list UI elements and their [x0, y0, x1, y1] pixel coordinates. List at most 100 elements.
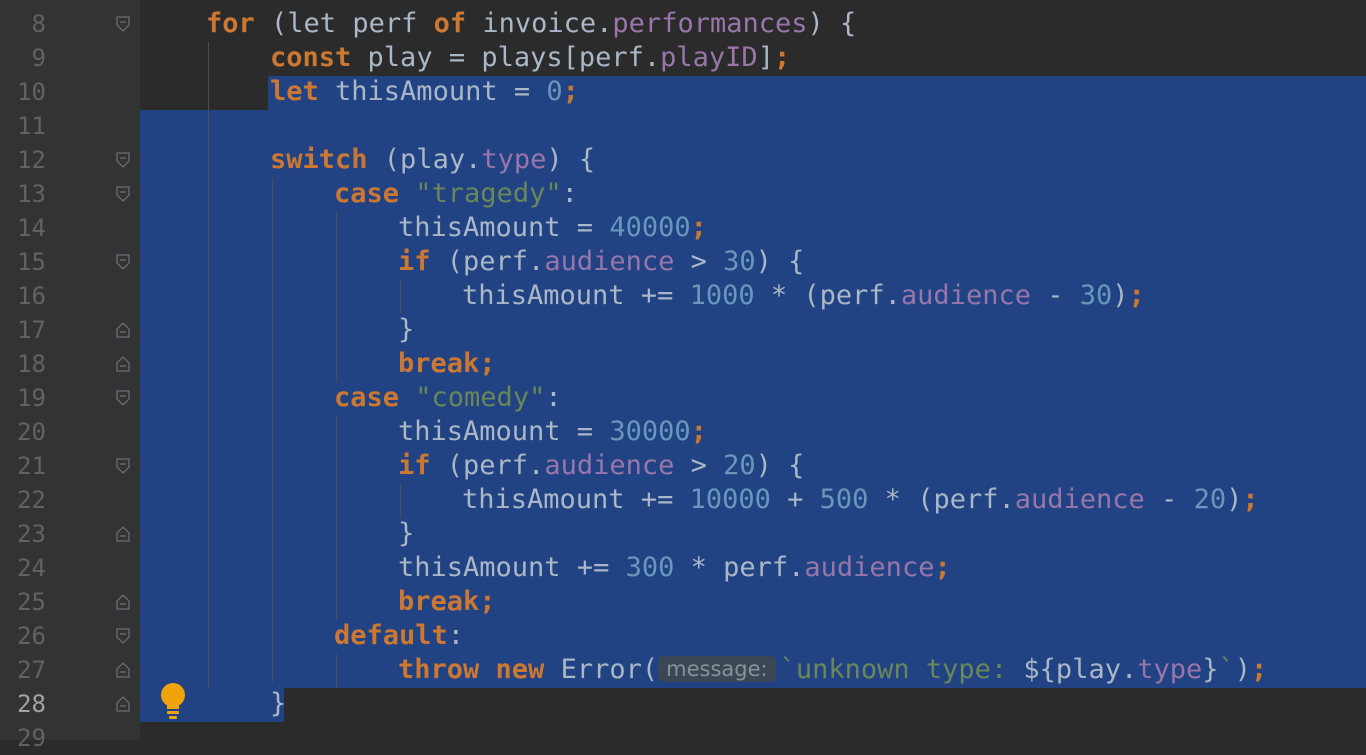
- code-text[interactable]: break;: [398, 585, 496, 619]
- code-token: const: [270, 42, 368, 73]
- fold-close-icon[interactable]: [116, 356, 130, 372]
- code-token: thisAmount =: [398, 416, 610, 447]
- code-token: 20: [1193, 484, 1227, 515]
- code-token: 10000: [689, 484, 771, 515]
- code-line-26[interactable]: 26 default:: [0, 619, 1366, 653]
- line-number: 20: [17, 418, 46, 446]
- code-token: Error(: [560, 654, 659, 685]
- code-line-20[interactable]: 20 thisAmount = 30000;: [0, 415, 1366, 449]
- code-line-10[interactable]: 10 let thisAmount = 0;: [0, 75, 1366, 109]
- code-token: audience: [544, 450, 675, 481]
- code-token: ${play.: [1023, 654, 1138, 685]
- code-token: ;: [562, 76, 579, 107]
- fold-close-icon[interactable]: [116, 322, 130, 338]
- code-text[interactable]: let thisAmount = 0;: [270, 75, 579, 109]
- line-number: 24: [17, 554, 46, 582]
- code-token: :: [545, 382, 562, 413]
- lightbulb-icon[interactable]: [158, 682, 188, 720]
- line-number: 22: [17, 486, 46, 514]
- code-text[interactable]: case "comedy":: [334, 381, 562, 415]
- code-token: 30000: [609, 416, 691, 447]
- fold-open-icon[interactable]: [116, 152, 130, 168]
- code-line-23[interactable]: 23}: [0, 517, 1366, 551]
- code-token: thisAmount +=: [398, 552, 626, 583]
- code-line-19[interactable]: 19 case "comedy":: [0, 381, 1366, 415]
- line-number: 27: [17, 656, 46, 684]
- code-token: thisAmount =: [398, 212, 610, 243]
- line-number: 26: [17, 622, 46, 650]
- fold-open-icon[interactable]: [116, 186, 130, 202]
- code-text[interactable]: if (perf.audience > 30) {: [398, 245, 804, 279]
- code-text[interactable]: thisAmount += 1000 * (perf.audience - 30…: [462, 279, 1145, 313]
- code-line-12[interactable]: 12 switch (play.type) {: [0, 143, 1366, 177]
- code-token: type: [481, 144, 547, 175]
- code-text[interactable]: }: [270, 687, 286, 721]
- code-token: * (perf.: [868, 484, 1015, 515]
- code-token: `: [1218, 654, 1235, 685]
- code-token: -: [1144, 484, 1194, 515]
- code-line-27[interactable]: 27 throw new Error(message: `unknown type:…: [0, 653, 1366, 687]
- code-text[interactable]: default:: [334, 619, 464, 653]
- code-token: ;: [1128, 280, 1145, 311]
- code-token: ) {: [755, 246, 805, 277]
- line-number: 15: [17, 248, 46, 276]
- code-text[interactable]: break;: [398, 347, 496, 381]
- code-line-11[interactable]: 11: [0, 109, 1366, 143]
- code-text[interactable]: throw new Error(message: `unknown type: $…: [398, 653, 1267, 687]
- code-token: if: [398, 246, 447, 277]
- code-text[interactable]: thisAmount = 30000;: [398, 415, 707, 449]
- code-token: +: [770, 484, 820, 515]
- code-token: 20: [723, 450, 756, 481]
- code-text[interactable]: const play = plays[perf.playID];: [270, 41, 790, 75]
- fold-close-icon[interactable]: [116, 696, 130, 712]
- code-line-13[interactable]: 13 case "tragedy":: [0, 177, 1366, 211]
- code-line-21[interactable]: 21 if (perf.audience > 20) {: [0, 449, 1366, 483]
- code-token: >: [674, 246, 724, 277]
- fold-open-icon[interactable]: [116, 458, 130, 474]
- code-text[interactable]: case "tragedy":: [334, 177, 578, 211]
- code-line-29[interactable]: 29: [0, 721, 1366, 755]
- line-number: 9: [31, 44, 46, 72]
- code-token: perf: [352, 8, 434, 39]
- code-text[interactable]: thisAmount += 300 * perf.audience;: [398, 551, 951, 585]
- code-line-25[interactable]: 25 break;: [0, 585, 1366, 619]
- code-text[interactable]: }: [398, 517, 414, 551]
- code-line-28[interactable]: 28}: [0, 687, 1366, 721]
- code-token: :: [561, 178, 578, 209]
- code-token: 500: [819, 484, 869, 515]
- code-token: ;: [690, 416, 707, 447]
- code-text[interactable]: if (perf.audience > 20) {: [398, 449, 804, 483]
- code-token: of: [433, 8, 483, 39]
- fold-close-icon[interactable]: [116, 662, 130, 678]
- code-token: audience: [544, 246, 675, 277]
- code-token: ): [1234, 654, 1252, 685]
- fold-close-icon[interactable]: [116, 526, 130, 542]
- code-token: type: [1137, 654, 1203, 685]
- code-line-8[interactable]: 8 for (let perf of invoice.performances) …: [0, 7, 1366, 41]
- code-line-15[interactable]: 15 if (perf.audience > 30) {: [0, 245, 1366, 279]
- code-text[interactable]: }: [398, 313, 414, 347]
- fold-open-icon[interactable]: [116, 254, 130, 270]
- code-text[interactable]: switch (play.type) {: [270, 143, 595, 177]
- code-text[interactable]: thisAmount += 10000 + 500 * (perf.audien…: [462, 483, 1259, 517]
- code-line-16[interactable]: 16 thisAmount += 1000 * (perf.audience - …: [0, 279, 1366, 313]
- line-number: 8: [31, 10, 46, 38]
- code-token: if: [398, 450, 447, 481]
- fold-open-icon[interactable]: [116, 16, 130, 32]
- fold-open-icon[interactable]: [116, 390, 130, 406]
- code-line-14[interactable]: 14 thisAmount = 40000;: [0, 211, 1366, 245]
- code-line-9[interactable]: 9 const play = plays[perf.playID];: [0, 41, 1366, 75]
- code-line-22[interactable]: 22 thisAmount += 10000 + 500 * (perf.audi…: [0, 483, 1366, 517]
- code-line-24[interactable]: 24 thisAmount += 300 * perf.audience;: [0, 551, 1366, 585]
- code-token: audience: [1014, 484, 1145, 515]
- code-text[interactable]: for (let perf of invoice.performances) {: [206, 7, 856, 41]
- code-token: 1000: [689, 280, 755, 311]
- line-number: 17: [17, 316, 46, 344]
- code-line-18[interactable]: 18 break;: [0, 347, 1366, 381]
- code-token: thisAmount +=: [462, 484, 690, 515]
- code-line-17[interactable]: 17}: [0, 313, 1366, 347]
- fold-open-icon[interactable]: [116, 628, 130, 644]
- code-token: 30: [1079, 280, 1113, 311]
- code-text[interactable]: thisAmount = 40000;: [398, 211, 707, 245]
- fold-close-icon[interactable]: [116, 594, 130, 610]
